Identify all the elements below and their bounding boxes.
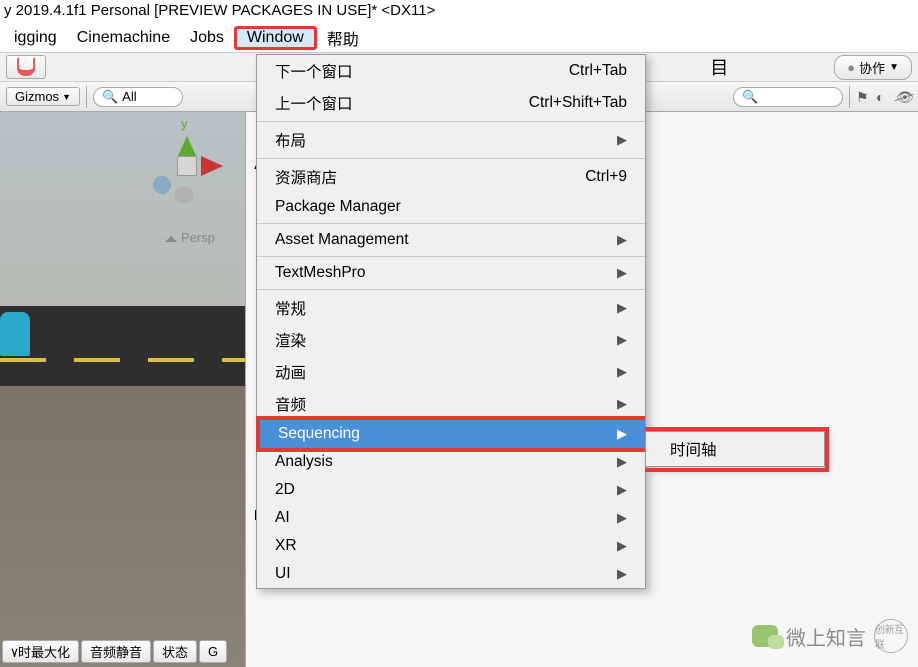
chevron-right-icon: ▶ [617,566,627,582]
menu-sequencing[interactable]: Sequencing▶ [260,420,645,448]
menu-general[interactable]: 常规▶ [257,292,645,324]
window-menu-popup: 下一个窗口Ctrl+Tab 上一个窗口Ctrl+Shift+Tab 布局▶ 资源… [256,54,646,589]
chevron-down-icon: ▼ [889,62,899,73]
chevron-right-icon: ▶ [617,396,627,412]
persp-icon [165,230,177,242]
search-icon: 🔍 [742,89,758,105]
type-filter-icon[interactable]: ◐ [876,89,892,105]
gizmos-label: Gizmos [15,89,59,104]
gizmos-toggle[interactable]: G [199,640,227,663]
menu-help[interactable]: 帮助 [317,24,369,52]
menu-prev-window[interactable]: 上一个窗口Ctrl+Shift+Tab [257,87,645,119]
favorite-filter-icon[interactable]: ⚑ [856,89,872,105]
window-title: y 2019.4.1f1 Personal [PREVIEW PACKAGES … [0,0,918,24]
menu-window[interactable]: Window [234,26,317,50]
axis-y-icon [177,126,197,158]
chevron-right-icon: ▶ [617,232,627,248]
hidden-toggle-icon[interactable]: 👁 [896,89,912,105]
menu-rigging[interactable]: igging [4,27,67,49]
scene-road [0,306,245,386]
axis-neg-y-icon [175,186,193,204]
chevron-right-icon: ▶ [617,265,627,281]
search-text: All [122,89,136,104]
cloud-icon: ● [847,60,855,75]
menu-animation[interactable]: 动画▶ [257,356,645,388]
collab-button[interactable]: ● 协作 ▼ [834,55,912,80]
watermark: 微上知言 创新互联 [752,619,908,653]
panel-label: 目 [710,54,728,80]
menu-textmeshpro[interactable]: TextMeshPro▶ [257,259,645,287]
chevron-right-icon: ▶ [617,132,627,148]
chevron-right-icon: ▶ [617,426,627,442]
gizmos-menu[interactable]: Gizmos ▼ [6,87,80,106]
watermark-text: 微上知言 [786,622,866,651]
scene-view[interactable]: y Persp ۷时最大化 音频静音 状态 G [0,112,245,667]
maximize-toggle[interactable]: ۷时最大化 [2,640,79,663]
menu-analysis[interactable]: Analysis▶ [257,448,645,476]
menu-2d[interactable]: 2D▶ [257,476,645,504]
persp-label[interactable]: Persp [165,230,215,245]
gizmo-cube-icon [177,156,197,176]
menu-xr[interactable]: XR▶ [257,532,645,560]
scene-ground [0,356,245,667]
main-menu-bar: igging Cinemachine Jobs Window 帮助 [0,24,918,52]
chevron-down-icon: ▼ [62,92,71,102]
sequencing-submenu: 时间轴 [645,431,825,467]
menu-rendering[interactable]: 渲染▶ [257,324,645,356]
chevron-right-icon: ▶ [617,510,627,526]
collab-label: 协作 [859,58,885,77]
menu-ui[interactable]: UI▶ [257,560,645,588]
game-toolbar: ۷时最大化 音频静音 状态 G [0,640,229,663]
submenu-timeline[interactable]: 时间轴 [646,432,824,466]
menu-asset-management[interactable]: Asset Management▶ [257,226,645,254]
chevron-right-icon: ▶ [617,364,627,380]
scene-search[interactable]: 🔍 All [93,87,183,107]
menu-layouts[interactable]: 布局▶ [257,124,645,156]
orientation-gizmo[interactable]: y [145,116,225,216]
separator [86,86,87,108]
axis-x-icon [201,156,233,176]
snap-button[interactable] [6,55,46,79]
mute-audio-toggle[interactable]: 音频静音 [81,640,151,663]
menu-next-window[interactable]: 下一个窗口Ctrl+Tab [257,55,645,87]
separator [849,86,850,108]
menu-jobs[interactable]: Jobs [180,27,234,49]
chevron-right-icon: ▶ [617,538,627,554]
menu-ai[interactable]: AI▶ [257,504,645,532]
chevron-right-icon: ▶ [617,332,627,348]
axis-z-icon [153,176,171,194]
search-icon: 🔍 [102,89,118,105]
chevron-right-icon: ▶ [617,300,627,316]
menu-cinemachine[interactable]: Cinemachine [67,27,180,49]
brand-logo: 创新互联 [874,619,908,653]
menu-asset-store[interactable]: 资源商店Ctrl+9 [257,161,645,193]
scene-car [0,312,30,356]
menu-package-manager[interactable]: Package Manager [257,193,645,221]
wechat-icon [752,625,778,647]
stats-toggle[interactable]: 状态 [153,640,197,663]
project-search[interactable]: 🔍 [733,87,843,107]
magnet-icon [17,58,35,76]
chevron-right-icon: ▶ [617,482,627,498]
chevron-right-icon: ▶ [617,454,627,470]
